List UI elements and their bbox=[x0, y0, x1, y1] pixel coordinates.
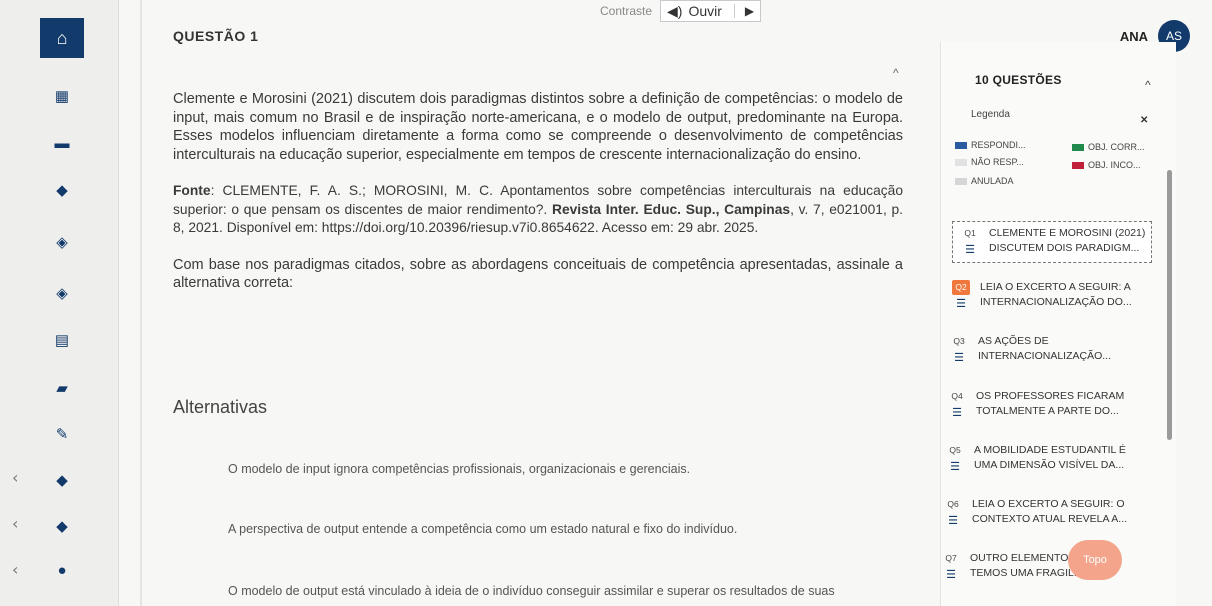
list-icon: ☰ bbox=[950, 461, 960, 473]
question-source: Fonte: CLEMENTE, F. A. S.; MOROSINI, M. … bbox=[173, 182, 903, 238]
accessibility-bar: Contraste ◀) Ouvir ▶ bbox=[600, 0, 762, 22]
divider bbox=[140, 0, 142, 606]
play-icon[interactable]: ▶ bbox=[733, 4, 754, 18]
legend-item: NÃO RESP... bbox=[955, 157, 1024, 167]
question-line1: Os professores ficaram bbox=[976, 390, 1125, 402]
question-number: Q6 bbox=[947, 499, 959, 509]
legend-label: OBJ. INCO... bbox=[1088, 160, 1141, 170]
graduation-cap-icon[interactable]: ◆ bbox=[50, 180, 74, 200]
list-icon: ☰ bbox=[954, 352, 964, 364]
legend-title: Legenda bbox=[971, 109, 1010, 120]
question-line2: uma dimensão visível da... bbox=[974, 459, 1125, 471]
question-nav-item[interactable]: Q1 ☰ Clemente e Morosini (2021) discutem d… bbox=[952, 221, 1153, 263]
chevron-left-icon[interactable]: ‹ bbox=[12, 560, 18, 579]
legend-item: OBJ. INCO... bbox=[1072, 160, 1141, 170]
home-button[interactable]: ⌂ bbox=[40, 18, 84, 58]
source-label: Fonte bbox=[173, 183, 211, 198]
pencil-icon[interactable]: ✎ bbox=[50, 424, 74, 444]
diamond-icon[interactable]: ◈ bbox=[50, 232, 74, 252]
question-body: Clemente e Morosini (2021) discutem dois… bbox=[173, 90, 903, 311]
cap-icon[interactable]: ◆ bbox=[50, 470, 74, 490]
question-number: Q3 bbox=[953, 336, 965, 346]
close-icon[interactable]: ✕ bbox=[1140, 115, 1148, 126]
building-icon[interactable]: ▤ bbox=[50, 330, 74, 350]
list-icon: ☰ bbox=[952, 407, 962, 419]
ouvir-label: Ouvir bbox=[688, 3, 722, 19]
question-line1: As ações de bbox=[978, 335, 1049, 347]
legend-item: RESPONDI... bbox=[955, 140, 1026, 150]
question-line2: internacionalização do... bbox=[980, 296, 1132, 308]
contraste-toggle[interactable]: Contraste bbox=[600, 4, 652, 18]
list-icon: ☰ bbox=[948, 515, 958, 527]
legend-label: RESPONDI... bbox=[971, 140, 1026, 150]
question-line2: discutem dois paradigm... bbox=[989, 242, 1140, 254]
legend-label: NÃO RESP... bbox=[971, 157, 1024, 167]
list-icon: ☰ bbox=[965, 244, 975, 256]
question-line2: contexto atual revela a... bbox=[972, 513, 1128, 525]
question-title: QUESTÃO 1 bbox=[173, 28, 259, 44]
board-icon[interactable]: ▬ bbox=[50, 133, 74, 153]
question-nav-item[interactable]: Q6 ☰ Leia o excerto a seguir: O contexto a… bbox=[942, 497, 1127, 529]
topo-label: Topo bbox=[1083, 554, 1107, 566]
cap-icon[interactable]: ◆ bbox=[50, 516, 74, 536]
source-journal: Revista Inter. Educ. Sup., Campinas bbox=[552, 201, 791, 217]
home-icon: ⌂ bbox=[56, 27, 68, 48]
question-line1: Leia o excerto a seguir: O bbox=[972, 498, 1125, 510]
question-line1: Clemente e Morosini (2021) bbox=[989, 227, 1146, 239]
calendar-icon[interactable]: ▦ bbox=[50, 86, 74, 106]
question-line1: A mobilidade estudantil é bbox=[974, 444, 1126, 456]
question-nav-item[interactable]: Q5 ☰ A mobilidade estudantil é uma dimensã… bbox=[944, 443, 1126, 475]
list-icon: ☰ bbox=[956, 298, 966, 310]
legend-swatch bbox=[955, 141, 967, 149]
question-number: Q2 bbox=[952, 280, 970, 295]
question-line2: internacionalização... bbox=[978, 350, 1112, 362]
question-number: Q1 bbox=[964, 228, 976, 238]
question-line1: Leia o excerto a seguir: A bbox=[980, 281, 1131, 293]
alternatives-header: Alternativas bbox=[173, 397, 268, 417]
question-nav-item[interactable]: Q4 ☰ Os professores ficaram totalmente a p… bbox=[946, 389, 1124, 421]
speaker-icon: ◀) bbox=[667, 2, 683, 19]
question-number: Q7 bbox=[945, 553, 957, 563]
back-to-top-button[interactable]: Topo bbox=[1068, 540, 1122, 580]
cap-icon[interactable]: ▰ bbox=[50, 378, 74, 398]
diamond-icon[interactable]: ◈ bbox=[50, 283, 74, 303]
scrollbar[interactable] bbox=[1167, 170, 1172, 440]
disc-icon[interactable]: ● bbox=[50, 560, 74, 580]
option-b[interactable]: A perspectiva de output entende a compet… bbox=[228, 522, 737, 536]
question-nav-item[interactable]: Q2 ☰ Leia o excerto a seguir: A internacio… bbox=[950, 280, 1132, 312]
question-prompt: Com base nos paradigmas citados, sobre a… bbox=[173, 256, 903, 292]
legend-item: ANULADA bbox=[955, 176, 1014, 186]
sidebar: ⌂ ▦ ▬ ◆ ◈ ◈ ▤ ▰ ✎ ◆ ◆ ● ‹ ‹ ‹ bbox=[0, 0, 119, 606]
legend-label: OBJ. CORR... bbox=[1088, 142, 1145, 152]
legend-swatch bbox=[955, 177, 967, 185]
ouvir-button[interactable]: ◀) Ouvir ▶ bbox=[660, 0, 762, 22]
question-nav-item[interactable]: Q3 ☰ As ações de internacionalização... bbox=[948, 334, 1111, 366]
chevron-up-icon[interactable]: ^ bbox=[893, 66, 899, 80]
panel-title: 10 QUESTÕES bbox=[975, 73, 1062, 87]
option-c[interactable]: O modelo de output está vinculado à idei… bbox=[228, 584, 835, 598]
chevron-up-icon[interactable]: ^ bbox=[1145, 78, 1151, 92]
list-icon: ☰ bbox=[946, 569, 956, 581]
legend-label: ANULADA bbox=[971, 176, 1014, 186]
chevron-left-icon[interactable]: ‹ bbox=[12, 514, 18, 533]
legend-swatch bbox=[1072, 143, 1084, 151]
chevron-left-icon[interactable]: ‹ bbox=[12, 468, 18, 487]
question-number: Q4 bbox=[951, 391, 963, 401]
legend-swatch bbox=[1072, 161, 1084, 169]
option-a[interactable]: O modelo de input ignora competências pr… bbox=[228, 462, 690, 476]
legend-swatch bbox=[955, 158, 967, 166]
question-paragraph: Clemente e Morosini (2021) discutem dois… bbox=[173, 91, 903, 163]
question-line2: totalmente a parte do... bbox=[976, 405, 1119, 417]
question-number: Q5 bbox=[949, 445, 961, 455]
legend-item: OBJ. CORR... bbox=[1072, 142, 1145, 152]
